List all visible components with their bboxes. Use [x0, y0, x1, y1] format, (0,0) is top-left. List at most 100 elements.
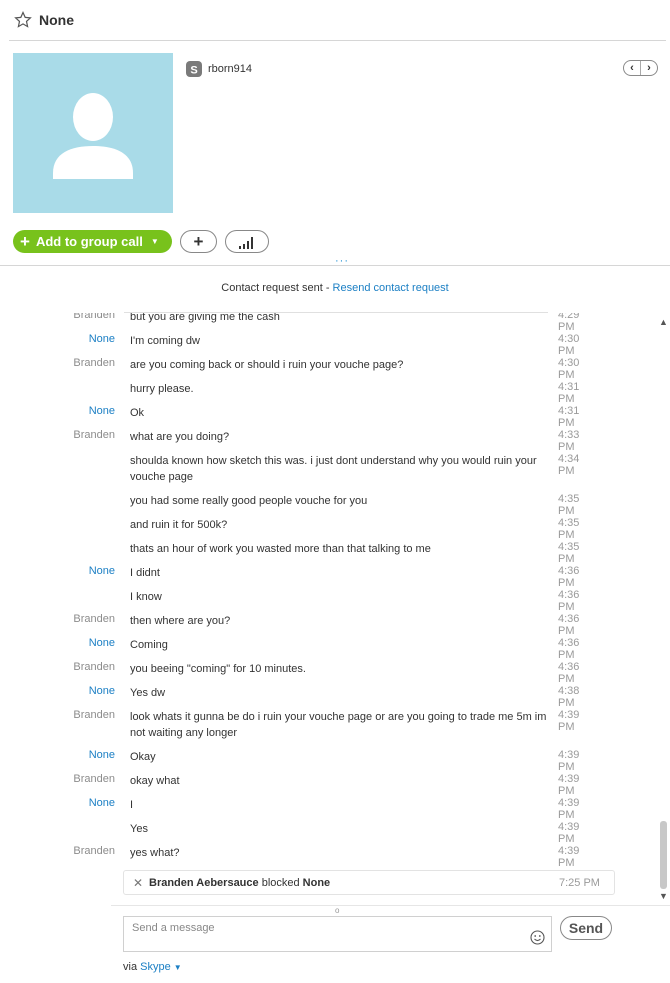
- message-time: 4:39 PM: [558, 709, 580, 733]
- message-text: I'm coming dw: [130, 335, 200, 347]
- message-text: shoulda known how sketch this was. i jus…: [130, 455, 537, 483]
- resend-request-link[interactable]: Resend contact request: [333, 282, 449, 294]
- message-sender: Branden: [73, 313, 115, 321]
- add-button[interactable]: +: [180, 230, 217, 253]
- message-list: Branden but you are giving me the cash 4:2…: [0, 313, 655, 903]
- message-text: Coming: [130, 639, 168, 651]
- svg-text:S: S: [190, 65, 197, 77]
- message-time: 4:29 PM: [558, 313, 580, 333]
- message-time: 4:39 PM: [558, 749, 580, 773]
- message-text: thats an hour of work you wasted more th…: [130, 543, 431, 555]
- message-text: I know: [130, 591, 162, 603]
- message-text: are you coming back or should i ruin you…: [130, 359, 404, 371]
- message-time: 4:30 PM: [558, 357, 580, 381]
- avatar: [13, 53, 173, 213]
- message-sender: Branden: [73, 773, 115, 785]
- message-text: Yes: [130, 823, 148, 835]
- chevron-down-icon[interactable]: ▼: [174, 963, 182, 972]
- contact-title: None: [39, 12, 74, 28]
- message-time: 4:36 PM: [558, 661, 580, 685]
- message-sender: None: [88, 333, 115, 345]
- contact-nav: ‹ ›: [623, 60, 658, 76]
- plus-icon: +: [193, 232, 204, 251]
- default-avatar-icon: [53, 93, 133, 179]
- message-sender: Branden: [73, 357, 115, 369]
- message-text: but you are giving me the cash: [130, 313, 280, 323]
- blocked-verb: blocked: [258, 877, 303, 889]
- message-text: I: [130, 799, 134, 811]
- message-text: and ruin it for 500k?: [130, 519, 228, 531]
- add-to-group-call-button[interactable]: + Add to group call ▼: [13, 230, 172, 253]
- message-text: okay what: [130, 775, 180, 787]
- message-sender: Branden: [73, 709, 115, 721]
- via-selector[interactable]: via Skype ▼: [123, 961, 182, 973]
- scroll-up-icon[interactable]: ▲: [659, 317, 668, 327]
- message-time: 4:36 PM: [558, 589, 580, 613]
- message-text: what are you doing?: [130, 431, 230, 443]
- star-icon[interactable]: [14, 11, 32, 29]
- blocked-text: Branden Aebersauce blocked None: [149, 877, 330, 889]
- request-status: Contact request sent -: [221, 282, 333, 294]
- message-text: you beeing "coming" for 10 minutes.: [130, 663, 306, 675]
- conversation-header: None: [0, 0, 670, 41]
- message-time: 4:39 PM: [558, 821, 580, 845]
- contact-request-notice: Contact request sent - Resend contact re…: [0, 282, 670, 294]
- message-sender: Branden: [73, 429, 115, 441]
- message-time: 4:39 PM: [558, 773, 580, 797]
- message-sender: Branden: [73, 613, 115, 625]
- blocked-notice: ✕ Branden Aebersauce blocked None 7:25 P…: [123, 870, 615, 895]
- blocked-actor: Branden Aebersauce: [149, 877, 259, 889]
- message-time: 4:34 PM: [558, 453, 580, 477]
- message-sender: None: [88, 797, 115, 809]
- plus-icon: +: [20, 232, 30, 251]
- message-time: 4:36 PM: [558, 613, 580, 637]
- message-time: 4:31 PM: [558, 405, 580, 429]
- message-time: 4:36 PM: [558, 565, 580, 589]
- message-text: hurry please.: [130, 383, 194, 395]
- message-time: 4:30 PM: [558, 333, 580, 357]
- scroll-down-icon[interactable]: ▼: [659, 891, 668, 901]
- blocked-time: 7:25 PM: [559, 877, 600, 889]
- emoji-icon[interactable]: [530, 930, 545, 945]
- message-text: Yes dw: [130, 687, 166, 699]
- skype-icon: S: [186, 61, 202, 77]
- message-text: you had some really good people vouche f…: [130, 495, 368, 507]
- message-text: then where are you?: [130, 615, 231, 627]
- message-sender: Branden: [73, 661, 115, 673]
- message-time: 4:35 PM: [558, 517, 580, 541]
- call-quality-button[interactable]: [225, 230, 269, 253]
- message-input[interactable]: Send a message: [123, 916, 552, 952]
- message-sender: None: [88, 637, 115, 649]
- send-button[interactable]: Send: [560, 916, 612, 940]
- message-time: 4:36 PM: [558, 637, 580, 661]
- message-time: 4:33 PM: [558, 429, 580, 453]
- divider: [9, 40, 666, 41]
- scroll-thumb[interactable]: [660, 821, 667, 889]
- chevron-left-icon[interactable]: ‹: [624, 61, 640, 75]
- message-text: yes what?: [130, 847, 180, 859]
- message-time: 4:35 PM: [558, 541, 580, 565]
- close-icon: ✕: [133, 876, 144, 890]
- message-sender: None: [88, 749, 115, 761]
- message-time: 4:39 PM: [558, 797, 580, 821]
- message-time: 4:35 PM: [558, 493, 580, 517]
- skype-username: rborn914: [208, 63, 253, 75]
- message-time: 4:31 PM: [558, 381, 580, 405]
- chevron-down-icon[interactable]: ▼: [151, 237, 159, 246]
- message-text: Ok: [130, 407, 145, 419]
- via-service[interactable]: Skype: [140, 961, 171, 973]
- chat-scrollbar[interactable]: ▲ ▼: [657, 313, 670, 905]
- blocked-target: None: [302, 877, 331, 889]
- message-text: Okay: [130, 751, 156, 763]
- add-to-group-call-label: Add to group call: [35, 234, 143, 249]
- resize-handle[interactable]: o: [335, 906, 339, 915]
- message-time: 4:39 PM: [558, 845, 580, 869]
- message-sender: None: [88, 565, 115, 577]
- message-sender: Branden: [73, 845, 115, 857]
- chevron-right-icon[interactable]: ›: [641, 61, 657, 75]
- message-text: look whats it gunna be do i ruin your vo…: [130, 711, 547, 739]
- message-text: I didnt: [130, 567, 160, 579]
- message-placeholder: Send a message: [132, 922, 215, 934]
- message-time: 4:38 PM: [558, 685, 580, 709]
- message-sender: None: [88, 685, 115, 697]
